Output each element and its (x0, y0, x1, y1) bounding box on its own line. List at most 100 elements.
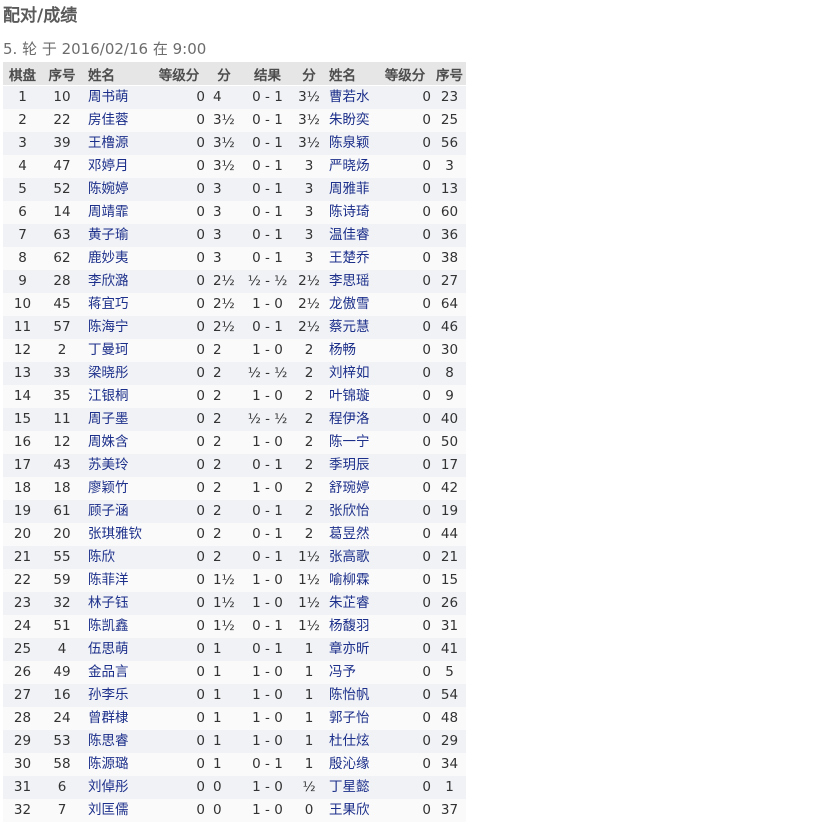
white-player-link[interactable]: 刘倬彤 (88, 779, 129, 795)
board-cell: 25 (3, 638, 42, 661)
white-player-link[interactable]: 周书萌 (88, 89, 129, 105)
pairing-row: 1743苏美玲020 - 12季玥辰017 (3, 454, 466, 477)
black-rating-cell: 0 (379, 638, 433, 661)
black-player-link[interactable]: 杨畅 (329, 342, 356, 358)
black-player-link[interactable]: 刘梓如 (329, 365, 370, 381)
black-player-link[interactable]: 程伊洛 (329, 411, 370, 427)
black-player-cell: 郭子怡 (324, 707, 379, 730)
black-player-link[interactable]: 郭子怡 (329, 710, 370, 726)
white-player-link[interactable]: 苏美玲 (88, 457, 129, 473)
white-player-link[interactable]: 陈思睿 (88, 733, 129, 749)
pairing-row: 2020张琪雅钦020 - 12葛昱然044 (3, 523, 466, 546)
white-player-cell: 金品言 (82, 661, 153, 684)
white-player-link[interactable]: 邓婷月 (88, 158, 129, 174)
white-player-link[interactable]: 黄子瑜 (88, 227, 129, 243)
white-player-link[interactable]: 周靖霏 (88, 204, 129, 220)
white-player-link[interactable]: 江银桐 (88, 388, 129, 404)
black-player-link[interactable]: 喻柳霖 (329, 572, 370, 588)
result-cell: ½ - ½ (241, 270, 294, 293)
black-player-link[interactable]: 陈泉颖 (329, 135, 370, 151)
white-player-link[interactable]: 周子墨 (88, 411, 129, 427)
white-player-link[interactable]: 刘匡儒 (88, 802, 129, 818)
white-player-cell: 刘匡儒 (82, 799, 153, 822)
white-player-link[interactable]: 李欣潞 (88, 273, 129, 289)
white-player-link[interactable]: 张琪雅钦 (88, 526, 142, 542)
black-player-link[interactable]: 温佳睿 (329, 227, 370, 243)
black-player-link[interactable]: 殷沁缘 (329, 756, 370, 772)
black-player-link[interactable]: 丁星懿 (329, 779, 370, 795)
black-points-cell: 2 (294, 408, 324, 431)
black-points-cell: 1 (294, 661, 324, 684)
white-rating-cell: 0 (153, 178, 207, 201)
white-player-link[interactable]: 孙李乐 (88, 687, 129, 703)
black-points-cell: 3½ (294, 86, 324, 110)
black-player-link[interactable]: 张高歌 (329, 549, 370, 565)
black-player-link[interactable]: 蔡元慧 (329, 319, 370, 335)
black-player-link[interactable]: 葛昱然 (329, 526, 370, 542)
white-player-link[interactable]: 陈源璐 (88, 756, 129, 772)
white-player-link[interactable]: 伍思萌 (88, 641, 129, 657)
black-points-cell: 2 (294, 339, 324, 362)
black-rating-cell: 0 (379, 86, 433, 110)
black-player-link[interactable]: 王楚乔 (329, 250, 370, 266)
black-player-link[interactable]: 陈诗琦 (329, 204, 370, 220)
result-cell: 1 - 0 (241, 293, 294, 316)
black-player-link[interactable]: 章亦昕 (329, 641, 370, 657)
black-player-link[interactable]: 舒琬婷 (329, 480, 370, 496)
black-player-link[interactable]: 曹若水 (329, 89, 370, 105)
black-player-cell: 龙傲雪 (324, 293, 379, 316)
pairing-row: 447邓婷月03½0 - 13严晓炀03 (3, 155, 466, 178)
black-player-link[interactable]: 朱盼奕 (329, 112, 370, 128)
white-player-link[interactable]: 房佳蓉 (88, 112, 129, 128)
white-player-link[interactable]: 陈菲洋 (88, 572, 129, 588)
white-player-link[interactable]: 陈海宁 (88, 319, 129, 335)
result-cell: 1 - 0 (241, 477, 294, 500)
black-player-link[interactable]: 严晓炀 (329, 158, 370, 174)
black-points-cell: 1½ (294, 569, 324, 592)
board-cell: 6 (3, 201, 42, 224)
board-cell: 20 (3, 523, 42, 546)
black-points-cell: 3½ (294, 109, 324, 132)
black-points-cell: 3½ (294, 132, 324, 155)
black-points-cell: 2½ (294, 316, 324, 339)
white-points-cell: 3 (207, 178, 241, 201)
white-player-link[interactable]: 林子钰 (88, 595, 129, 611)
black-player-link[interactable]: 陈一宁 (329, 434, 370, 450)
black-player-link[interactable]: 杨馥羽 (329, 618, 370, 634)
black-player-link[interactable]: 季玥辰 (329, 457, 370, 473)
white-player-link[interactable]: 金品言 (88, 664, 129, 680)
white-player-link[interactable]: 顾子涵 (88, 503, 129, 519)
white-player-link[interactable]: 陈凯鑫 (88, 618, 129, 634)
white-player-link[interactable]: 丁曼珂 (88, 342, 129, 358)
white-number-cell: 33 (42, 362, 82, 385)
white-player-cell: 李欣潞 (82, 270, 153, 293)
white-player-cell: 房佳蓉 (82, 109, 153, 132)
black-player-cell: 冯予 (324, 661, 379, 684)
white-player-link[interactable]: 陈欣 (88, 549, 115, 565)
black-player-link[interactable]: 叶锦璇 (329, 388, 370, 404)
black-player-link[interactable]: 张欣怡 (329, 503, 370, 519)
board-cell: 9 (3, 270, 42, 293)
black-player-link[interactable]: 李思瑶 (329, 273, 370, 289)
white-player-link[interactable]: 陈婉婷 (88, 181, 129, 197)
white-player-link[interactable]: 王橹源 (88, 135, 129, 151)
white-player-link[interactable]: 梁晓彤 (88, 365, 129, 381)
black-player-link[interactable]: 朱芷睿 (329, 595, 370, 611)
white-player-link[interactable]: 蒋宜巧 (88, 296, 129, 312)
black-player-cell: 温佳睿 (324, 224, 379, 247)
black-player-link[interactable]: 杜仕炫 (329, 733, 370, 749)
white-player-link[interactable]: 鹿妙夷 (88, 250, 129, 266)
white-player-link[interactable]: 周姝含 (88, 434, 129, 450)
white-player-link[interactable]: 廖颖竹 (88, 480, 129, 496)
black-player-link[interactable]: 冯予 (329, 664, 356, 680)
black-player-link[interactable]: 周雅菲 (329, 181, 370, 197)
white-player-link[interactable]: 曾群棣 (88, 710, 129, 726)
white-player-cell: 伍思萌 (82, 638, 153, 661)
white-player-cell: 顾子涵 (82, 500, 153, 523)
result-cell: 0 - 1 (241, 523, 294, 546)
black-player-link[interactable]: 龙傲雪 (329, 296, 370, 312)
black-player-link[interactable]: 陈怡帆 (329, 687, 370, 703)
black-player-link[interactable]: 王果欣 (329, 802, 370, 818)
white-number-cell: 35 (42, 385, 82, 408)
result-cell: 1 - 0 (241, 661, 294, 684)
